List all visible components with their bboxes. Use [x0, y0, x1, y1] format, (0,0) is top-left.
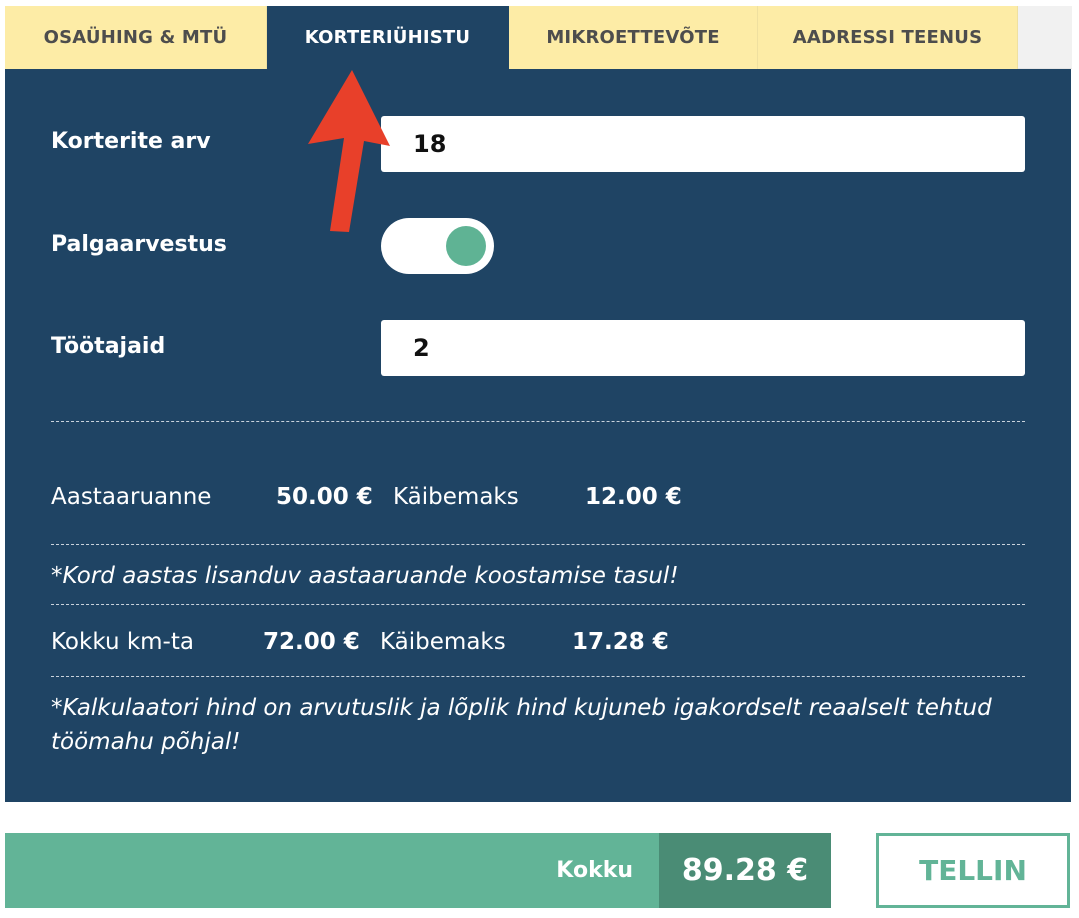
annual-note: *Kord aastas lisanduv aastaaruande koost… [51, 563, 679, 589]
apartments-label: Korterite arv [51, 129, 211, 154]
divider [51, 421, 1025, 422]
payroll-label: Palgaarvestus [51, 232, 227, 257]
total-value: 89.28 € [681, 853, 809, 888]
apartments-input[interactable] [381, 116, 1025, 172]
total-bar: Kokku [5, 833, 659, 908]
annual-vat-label: Käibemaks [393, 484, 519, 510]
divider [51, 604, 1025, 605]
tab-bar: OSAÜHING & MTÜ KORTERIÜHISTU MIKROETTEVÕ… [5, 6, 1072, 69]
annual-summary-row: Aastaaruanne 50.00 € Käibemaks 12.00 € [51, 480, 682, 514]
total-vat-value: 17.28 € [572, 629, 669, 655]
divider [51, 544, 1025, 545]
order-button[interactable]: TELLIN [876, 833, 1070, 908]
total-ex-vat-value: 72.00 € [263, 629, 360, 655]
total-label: Kokku [556, 858, 633, 883]
annual-report-label: Aastaaruanne [51, 484, 212, 510]
disclaimer-note: *Kalkulaatori hind on arvutuslik ja lõpl… [51, 695, 992, 755]
annual-vat-value: 12.00 € [585, 484, 682, 510]
calculator-panel: Korterite arv Palgaarvestus Töötajaid Aa… [5, 69, 1071, 802]
tab-mikroettevote[interactable]: MIKROETTEVÕTE [509, 6, 758, 69]
tab-label: MIKROETTEVÕTE [546, 27, 720, 48]
toggle-knob [446, 226, 486, 266]
total-summary-row: Kokku km-ta 72.00 € Käibemaks 17.28 € [51, 625, 669, 659]
total-value-box: 89.28 € [659, 833, 831, 908]
employees-label: Töötajaid [51, 334, 166, 359]
tab-label: OSAÜHING & MTÜ [43, 27, 228, 48]
tab-korteriuhistu[interactable]: KORTERIÜHISTU [267, 6, 509, 69]
tab-label: AADRESSI TEENUS [792, 27, 983, 48]
tab-label: KORTERIÜHISTU [304, 27, 471, 48]
payroll-toggle[interactable] [381, 218, 494, 274]
tab-spacer [1018, 6, 1072, 69]
red-arrow-up-icon [308, 70, 390, 232]
total-ex-vat-label: Kokku km-ta [51, 629, 194, 655]
annual-report-value: 50.00 € [276, 484, 373, 510]
tab-osauhing-mtu[interactable]: OSAÜHING & MTÜ [5, 6, 267, 69]
employees-input[interactable] [381, 320, 1025, 376]
total-vat-label: Käibemaks [380, 629, 506, 655]
tab-aadressi-teenus[interactable]: AADRESSI TEENUS [758, 6, 1018, 69]
divider [51, 676, 1025, 677]
